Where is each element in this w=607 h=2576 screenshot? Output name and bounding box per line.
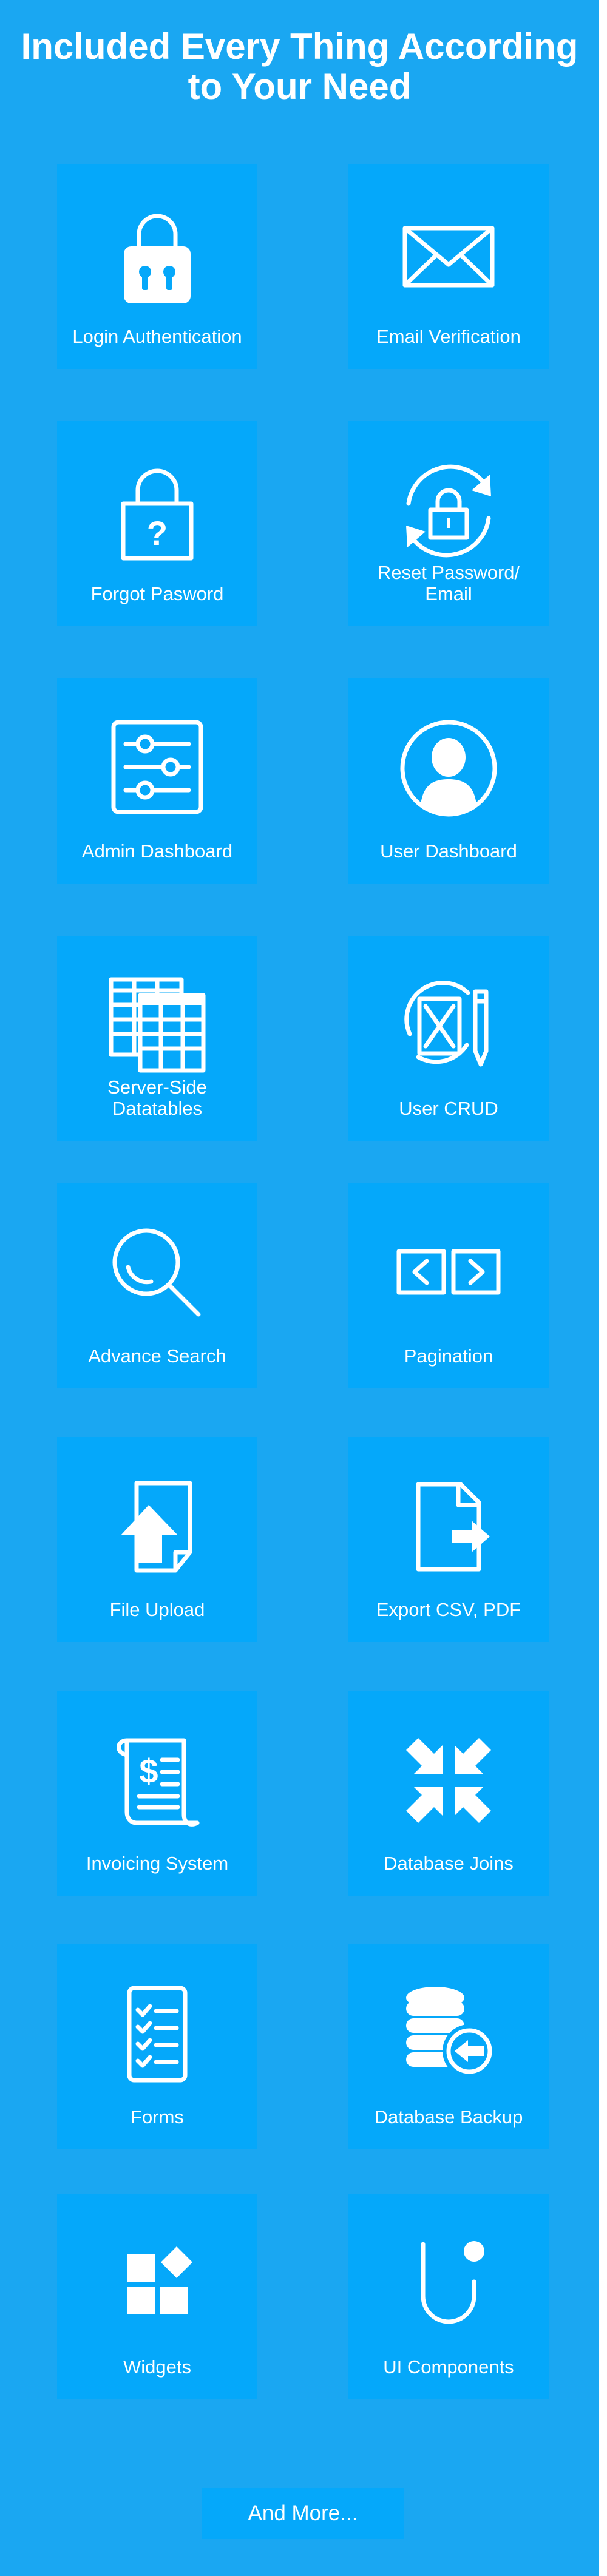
feature-tile-login-authentication: Login Authentication [57,164,257,369]
magnifier-icon [112,1228,201,1317]
feature-tile-forgot-password: ? Forgot Pasword [57,421,257,626]
document-edit-icon [404,981,489,1067]
feature-label: User Dashboard [380,840,517,862]
lock-icon [124,214,191,303]
feature-label: Export CSV, PDF [376,1599,521,1620]
envelope-icon [402,226,495,288]
svg-text:$: $ [139,1752,158,1790]
feature-label: Email Verification [376,326,521,347]
feature-tile-export-csv-pdf: Export CSV, PDF [348,1437,549,1642]
feature-tile-user-dashboard: User Dashboard [348,678,549,884]
feature-label: Admin Dashboard [81,840,233,862]
feature-tile-user-crud: User CRUD [348,936,549,1141]
feature-label: UI Components [383,2356,514,2378]
feature-tile-forms: Forms [57,1944,257,2149]
feature-label: Forgot Pasword [90,583,224,604]
widgets-icon [127,2246,192,2314]
feature-tile-pagination: Pagination [348,1183,549,1388]
database-restore-icon [406,1987,496,2078]
feature-label: Reset Password/ Email [377,562,520,604]
and-more-button[interactable]: And More... [202,2488,404,2539]
feature-tile-invoicing-system: $ Invoicing System [57,1691,257,1896]
ui-logo-icon [421,2241,484,2324]
svg-text:?: ? [147,514,168,552]
feature-label: Server-Side Datatables [107,1077,207,1119]
arrows-in-icon [406,1738,491,1823]
feature-tile-admin-dashboard: Admin Dashboard [57,678,257,884]
feature-label: File Upload [109,1599,205,1620]
feature-tile-ui-components: UI Components [348,2194,549,2399]
feature-label: Database Backup [374,2106,523,2128]
features-panel: Included Every Thing According to Your N… [0,0,599,2576]
invoice-icon: $ [117,1738,200,1827]
feature-label: Database Joins [384,1853,514,1874]
feature-label: Advance Search [88,1345,226,1367]
user-avatar-icon [400,720,497,817]
feature-tile-reset-password: Reset Password/ Email [348,421,549,626]
lock-refresh-icon [406,464,491,558]
feature-tile-database-joins: Database Joins [348,1691,549,1896]
feature-tile-server-side-datatables: Server-Side Datatables [57,936,257,1141]
feature-tile-email-verification: Email Verification [348,164,549,369]
feature-label: Widgets [123,2356,191,2378]
feature-label: User CRUD [399,1098,498,1119]
sliders-icon [111,720,203,814]
feature-tile-advance-search: Advance Search [57,1183,257,1388]
feature-tile-database-backup: Database Backup [348,1944,549,2149]
feature-label: Pagination [404,1345,493,1367]
feature-label: Forms [131,2106,184,2128]
feature-label: Login Authentication [72,326,242,347]
feature-tile-widgets: Widgets [57,2194,257,2399]
checklist-icon [127,1986,188,2083]
feature-label: Invoicing System [86,1853,229,1874]
page-title: Included Every Thing According to Your N… [21,26,578,107]
spreadsheet-icon [109,977,206,1073]
file-export-icon [416,1482,490,1572]
prev-next-icon [396,1249,501,1295]
lock-question-icon: ? [121,468,194,561]
feature-tile-file-upload: File Upload [57,1437,257,1642]
file-upload-icon [121,1481,192,1573]
